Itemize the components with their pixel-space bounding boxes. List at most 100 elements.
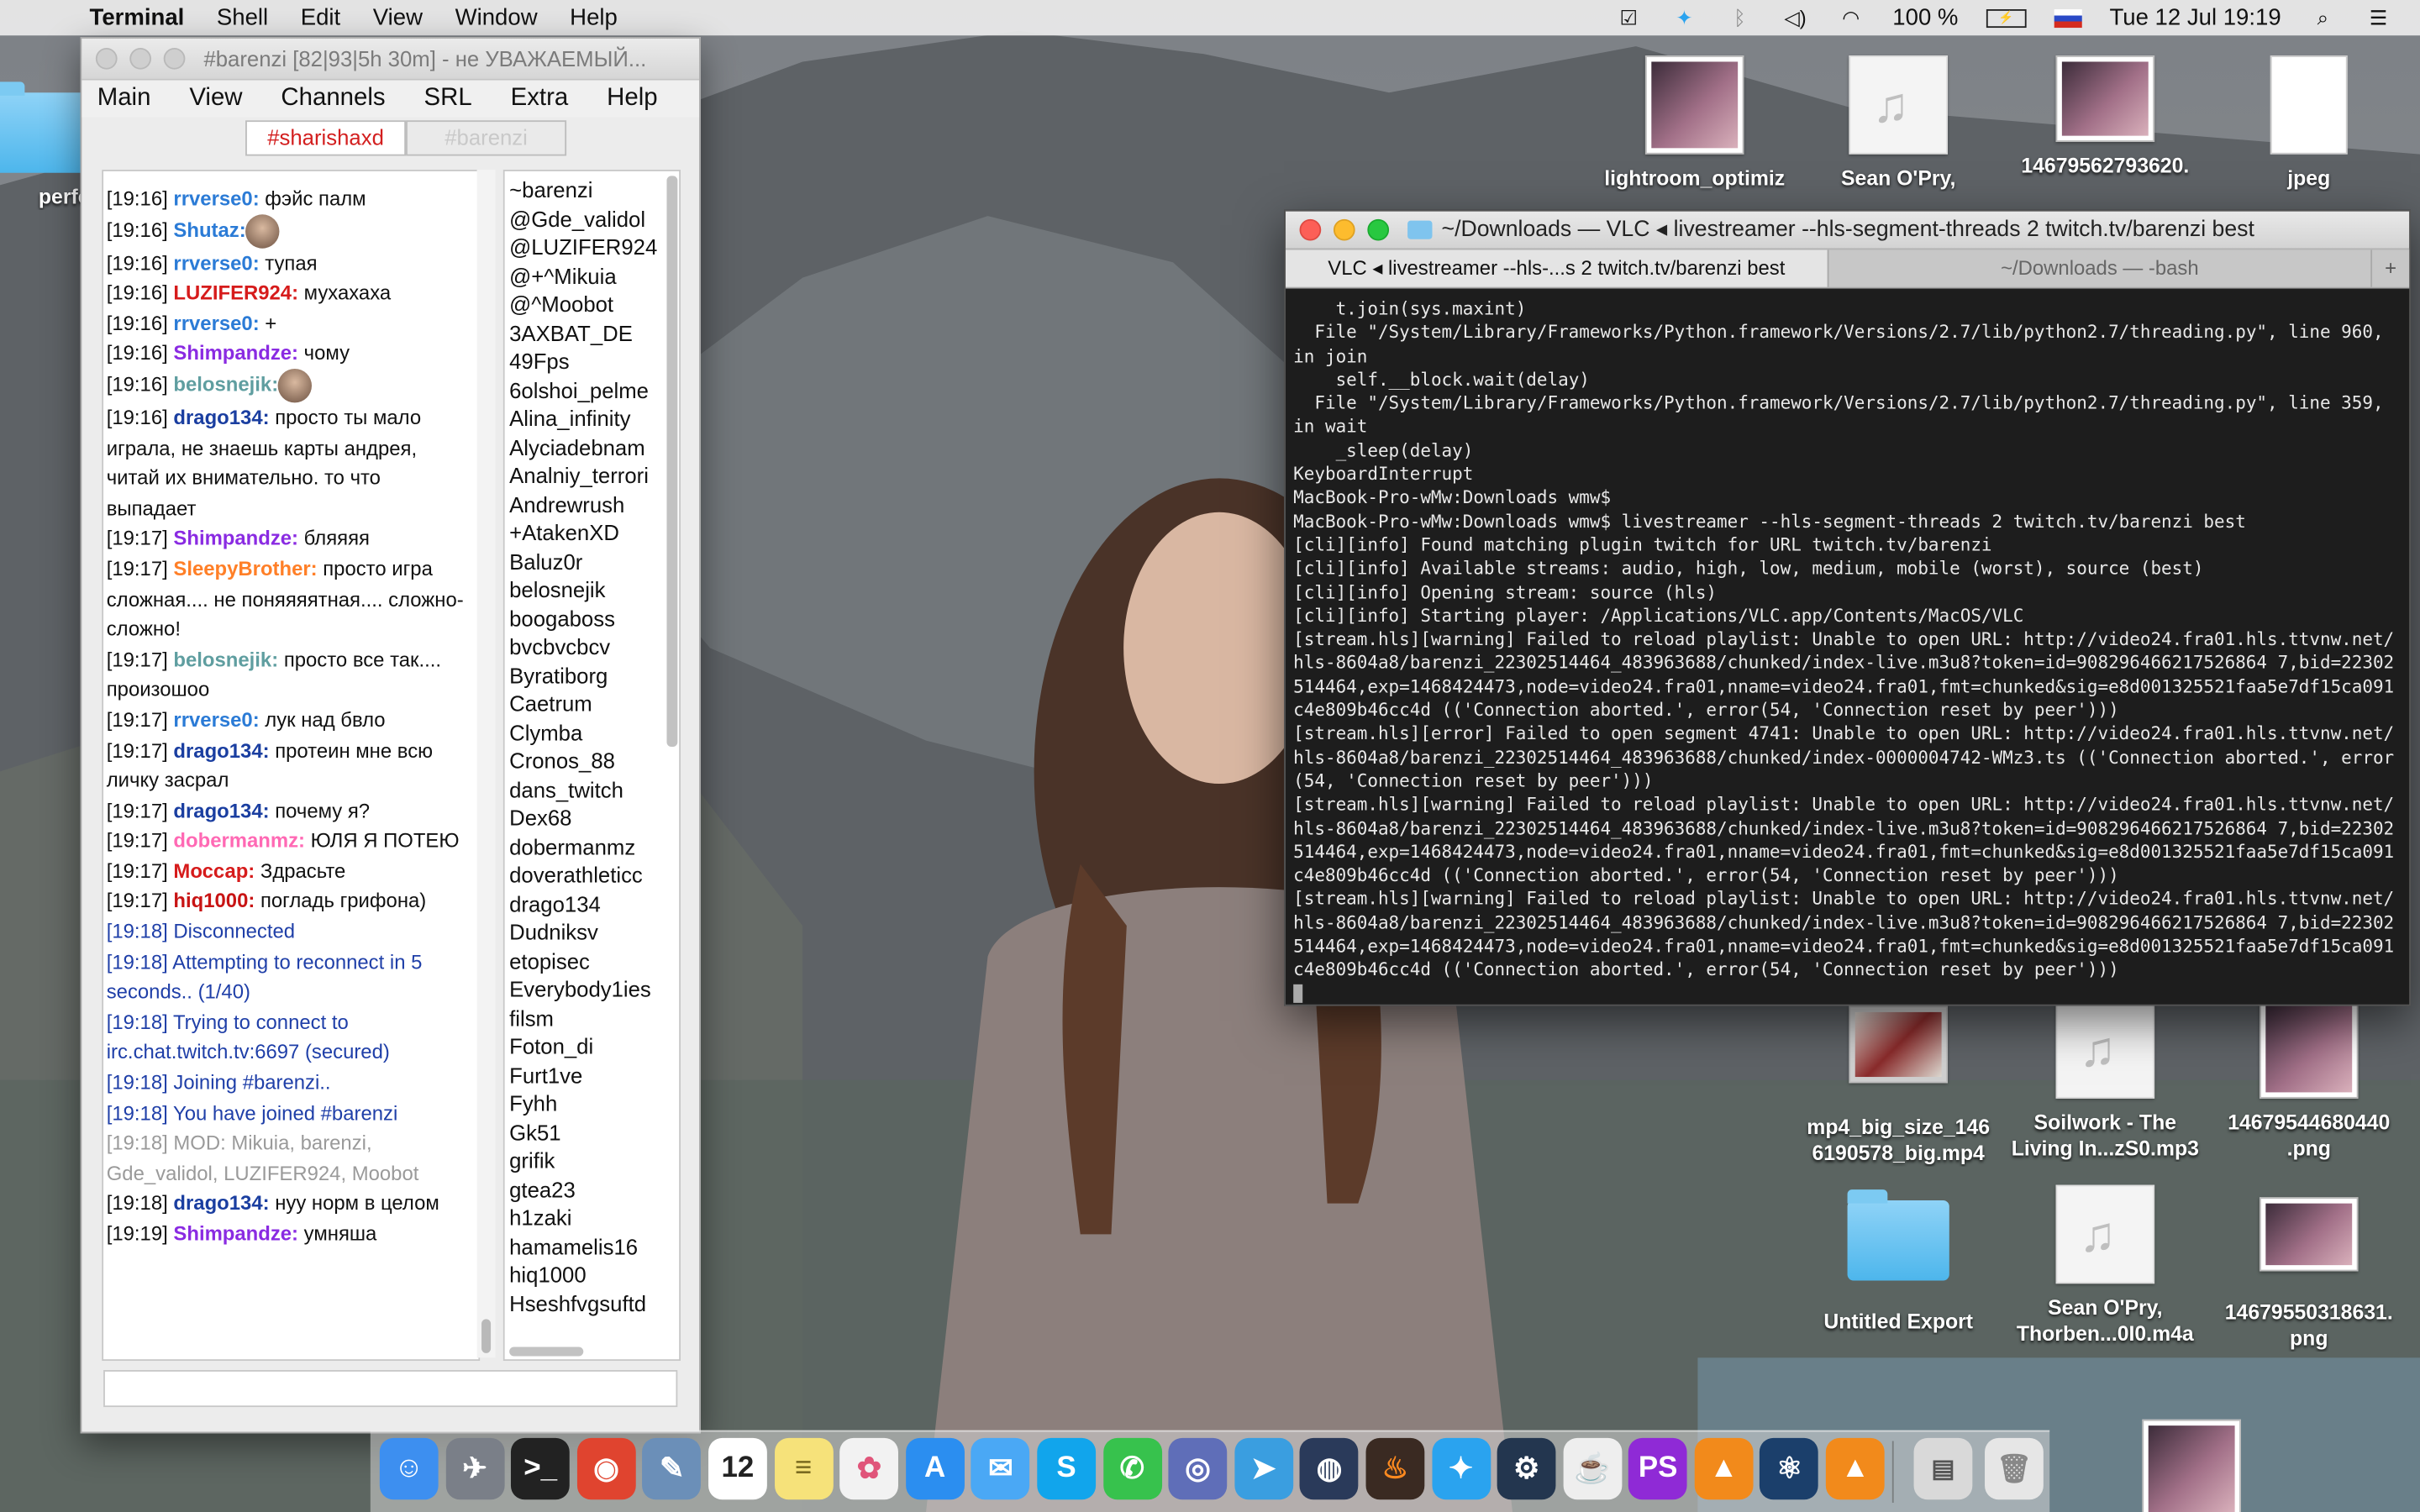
trash-icon[interactable]: 🗑 <box>1985 1437 2044 1500</box>
twitter-status-icon[interactable]: ✦ <box>1670 5 1698 29</box>
desktop-file-soilwork[interactable]: ♫ Soilwork - The Living In...zS0.mp3 <box>2005 1000 2206 1162</box>
chrome-icon[interactable]: ◉ <box>576 1437 636 1500</box>
terminal-tab-bash[interactable]: ~/Downloads — -bash <box>1827 249 2371 287</box>
user-list-item[interactable]: boogaboss <box>509 604 679 633</box>
twitter-icon[interactable]: ✦ <box>1431 1437 1491 1500</box>
discord-icon[interactable]: ◎ <box>1168 1437 1228 1500</box>
desktop-file-image-1467954[interactable]: 14679544680440 .png <box>2208 1000 2409 1162</box>
irc-menu-channels[interactable]: Channels <box>281 85 385 113</box>
message-nick[interactable]: rrverse0: <box>173 251 259 275</box>
user-list-item[interactable]: dobermanmz <box>509 832 679 861</box>
user-list-item[interactable]: Caetrum <box>509 690 679 718</box>
desktop-file-sean-opry-m4a[interactable]: ♫ Sean O'Pry, Thorben...0I0.m4a <box>2005 1184 2206 1347</box>
user-list-item[interactable]: Byratiborg <box>509 661 679 690</box>
vlc-icon[interactable]: ▲ <box>1694 1437 1754 1500</box>
close-button[interactable] <box>95 47 118 70</box>
menu-view[interactable]: View <box>373 5 423 31</box>
desktop-file-sean-opry[interactable]: ♫ Sean O'Pry, <box>1798 55 1999 192</box>
speaker-icon[interactable]: ◍ <box>1300 1437 1359 1500</box>
notes-icon[interactable]: ≡ <box>774 1437 834 1500</box>
message-nick[interactable]: belosnejik: <box>173 648 278 671</box>
user-list-item[interactable]: Dudniksv <box>509 918 679 947</box>
user-list-item[interactable]: grifik <box>509 1147 679 1175</box>
irc-menu-extra[interactable]: Extra <box>511 85 569 113</box>
user-list-item[interactable]: +AtakenXD <box>509 518 679 547</box>
java-icon[interactable]: ☕ <box>1563 1437 1622 1500</box>
downloads-stack-icon[interactable]: ▤ <box>1913 1437 1973 1500</box>
steam-icon[interactable]: ⚙ <box>1497 1437 1556 1500</box>
fire-icon[interactable]: ♨ <box>1365 1437 1425 1500</box>
desktop-file-image-1467955[interactable]: 14679550318631. png <box>2208 1197 2409 1352</box>
user-list-item[interactable]: Alyciadebnam <box>509 433 679 461</box>
message-nick[interactable]: Shimpandze: <box>173 1222 298 1246</box>
battery-icon[interactable]: ⚡ <box>1986 8 2027 28</box>
zoom-button[interactable] <box>163 47 186 70</box>
terminal-output[interactable]: t.join(sys.maxint) File "/System/Library… <box>1286 288 2409 1005</box>
desktop-file-mp4-big[interactable]: mp4_big_size_146 6190578_big.mp4 <box>1798 1005 1999 1167</box>
user-list-item[interactable]: Andrewrush <box>509 490 679 518</box>
user-list-item[interactable]: Baluz0r <box>509 547 679 575</box>
input-source-flag-icon[interactable] <box>2054 8 2082 28</box>
folder-proxy-icon[interactable] <box>1407 220 1433 239</box>
user-list-item[interactable]: filsm <box>509 1004 679 1032</box>
user-list-item[interactable]: @+^Mikuia <box>509 261 679 290</box>
calendar-icon[interactable]: 12 <box>708 1437 767 1500</box>
tab-barenzi[interactable]: #barenzi <box>406 120 567 156</box>
desktop-file-image-1467956[interactable]: 14679562793620. <box>2005 55 2206 179</box>
desktop-image-thumbnail[interactable] <box>2142 1419 2241 1512</box>
user-list-item[interactable]: hiq1000 <box>509 1261 679 1289</box>
appstore-icon[interactable]: A <box>905 1437 965 1500</box>
message-nick[interactable]: drago134: <box>173 799 269 822</box>
message-nick[interactable]: hiq1000: <box>173 890 255 913</box>
user-list-item[interactable]: dans_twitch <box>509 775 679 804</box>
zoom-button[interactable] <box>1367 218 1390 241</box>
message-nick[interactable]: Shimpandze: <box>173 342 298 365</box>
message-nick[interactable]: rrverse0: <box>173 186 259 210</box>
user-list-item[interactable]: etopisec <box>509 947 679 975</box>
message-nick[interactable]: belosnejik: <box>173 372 278 396</box>
checkbox-status-icon[interactable]: ☑ <box>1615 5 1643 29</box>
message-nick[interactable]: rrverse0: <box>173 708 259 732</box>
user-list-item[interactable]: Alina_infinity <box>509 404 679 433</box>
user-list-item[interactable]: Foton_di <box>509 1032 679 1061</box>
terminal-tab-vlc[interactable]: VLC ◂ livestreamer --hls-...s 2 twitch.t… <box>1286 249 1828 287</box>
irc-menu-srl[interactable]: SRL <box>424 85 472 113</box>
desktop-folder-untitled-export[interactable]: Untitled Export <box>1798 1188 1999 1334</box>
user-list-item[interactable]: @Gde_validol <box>509 204 679 233</box>
spotlight-search-icon[interactable]: ⌕ <box>2309 5 2337 29</box>
menu-window[interactable]: Window <box>455 5 538 31</box>
user-list-item[interactable]: Analniy_terrori <box>509 461 679 490</box>
user-list-item[interactable]: Clymba <box>509 718 679 747</box>
user-list-item[interactable]: hamamelis16 <box>509 1232 679 1261</box>
user-list-item[interactable]: 6olshoi_pelme <box>509 375 679 404</box>
message-nick[interactable]: rrverse0: <box>173 312 259 335</box>
menu-shell[interactable]: Shell <box>217 5 268 31</box>
finder-icon[interactable]: ☺ <box>379 1437 439 1500</box>
user-list-item[interactable]: Fyhh <box>509 1089 679 1118</box>
menu-edit[interactable]: Edit <box>301 5 340 31</box>
message-input[interactable] <box>103 1370 678 1408</box>
clock[interactable]: Tue 12 Jul 19:19 <box>2109 5 2281 31</box>
menu-help[interactable]: Help <box>570 5 618 31</box>
user-list-item[interactable]: Cronos_88 <box>509 747 679 775</box>
user-list-item[interactable]: ~barenzi <box>509 176 679 204</box>
message-nick[interactable]: drago134: <box>173 1192 269 1215</box>
new-tab-button[interactable]: + <box>2370 249 2410 287</box>
whatsapp-icon[interactable]: ✆ <box>1102 1437 1162 1500</box>
irc-menu-main[interactable]: Main <box>97 85 151 113</box>
message-nick[interactable]: Shutaz: <box>173 218 245 241</box>
minimize-button[interactable] <box>1333 218 1355 241</box>
message-nick[interactable]: Моссар: <box>173 859 255 883</box>
desktop-file-jpeg[interactable]: jpeg <box>2208 55 2409 192</box>
wifi-icon[interactable]: ◠ <box>1837 5 1865 29</box>
bluetooth-icon[interactable]: ᛒ <box>1726 5 1754 29</box>
user-list-item[interactable]: Furt1ve <box>509 1061 679 1089</box>
chat-scrollbar[interactable] <box>476 170 496 1358</box>
user-list-item[interactable]: Gk51 <box>509 1118 679 1147</box>
message-nick[interactable]: LUZIFER924: <box>173 281 298 305</box>
terminal-icon[interactable]: >_ <box>511 1437 571 1500</box>
launchpad-icon[interactable]: ✈ <box>445 1437 504 1500</box>
user-list-item[interactable]: gtea23 <box>509 1175 679 1204</box>
message-nick[interactable]: dobermanmz: <box>173 829 305 853</box>
tab-sharishaxd[interactable]: #sharishaxd <box>245 120 407 156</box>
